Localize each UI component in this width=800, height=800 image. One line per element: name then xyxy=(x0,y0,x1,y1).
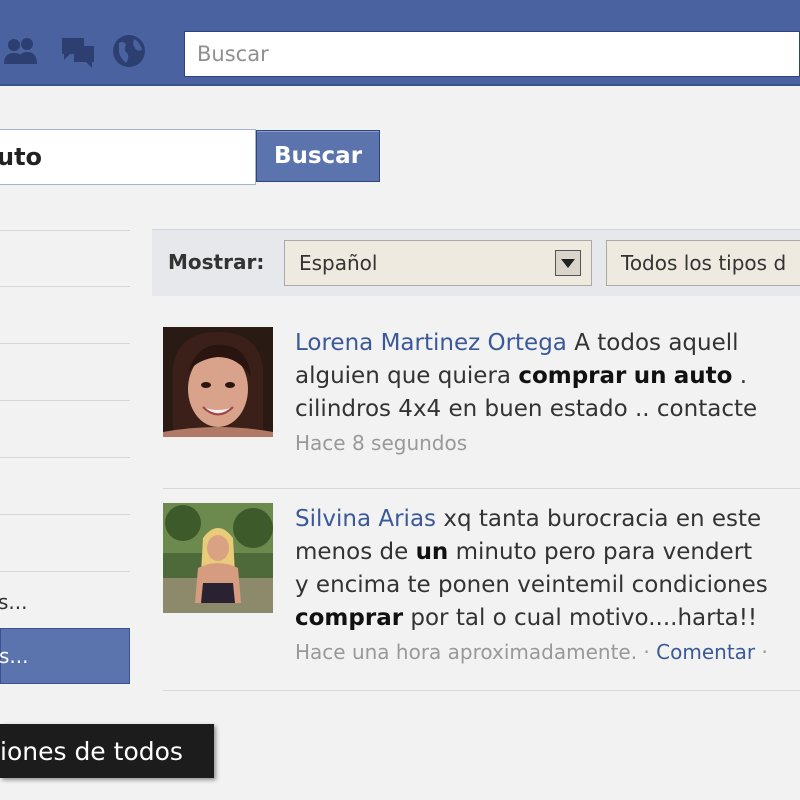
post-text: minuto pero para vendert xyxy=(448,539,753,565)
sidebar-divider xyxy=(0,230,130,231)
post-text xyxy=(626,363,633,389)
avatar[interactable] xyxy=(163,503,273,613)
post-text xyxy=(666,363,673,389)
comment-link[interactable]: Comentar xyxy=(656,640,755,664)
top-search-input[interactable]: Buscar xyxy=(184,31,800,77)
sidebar-item-selected[interactable]: s... xyxy=(0,628,130,684)
filter-bar: Mostrar: Español Todos los tipos d xyxy=(152,229,800,296)
post-timestamp[interactable]: Hace 8 segundos xyxy=(295,428,800,458)
post-text: menos de xyxy=(295,539,416,565)
main-search-value: uto xyxy=(0,143,43,171)
language-select[interactable]: Español xyxy=(284,240,592,286)
sidebar-item[interactable]: s... xyxy=(0,590,28,614)
sidebar-divider xyxy=(0,514,130,515)
sidebar-divider xyxy=(0,400,130,401)
post-text: xq tanta burocracia en este xyxy=(436,506,762,532)
sidebar-divider xyxy=(0,571,130,572)
post-text: y encima te ponen veintemil condiciones xyxy=(295,572,768,598)
top-search-placeholder: Buscar xyxy=(197,42,269,66)
post-timestamp[interactable]: Hace una hora aproximadamente. xyxy=(295,640,637,664)
post-content: Lorena Martinez Ortega A todos aquell al… xyxy=(295,327,800,458)
post-text: alguien que quiera xyxy=(295,363,519,389)
search-button[interactable]: Buscar xyxy=(256,130,380,182)
post-text: cilindros 4x4 en buen estado .. contacte xyxy=(295,396,758,422)
language-select-value: Español xyxy=(299,251,378,275)
highlight-term: comprar xyxy=(518,363,627,389)
highlight-term: un xyxy=(415,539,449,565)
meta-separator: · xyxy=(637,640,657,664)
sidebar-divider xyxy=(0,343,130,344)
filter-label: Mostrar: xyxy=(168,250,265,274)
post-author-link[interactable]: Lorena Martinez Ortega xyxy=(295,330,567,356)
messages-icon[interactable] xyxy=(56,30,100,74)
highlight-term: auto xyxy=(673,363,733,389)
post-text: por tal o cual motivo....harta!! xyxy=(403,605,758,631)
chevron-down-icon[interactable] xyxy=(555,250,581,276)
post-author-link[interactable]: Silvina Arias xyxy=(295,506,436,532)
meta-separator: · xyxy=(755,640,768,664)
sidebar-divider xyxy=(0,286,130,287)
type-select-value: Todos los tipos d xyxy=(621,251,787,275)
tooltip: iones de todos xyxy=(0,724,214,778)
highlight-term: un xyxy=(633,363,667,389)
avatar[interactable] xyxy=(163,327,273,437)
sidebar-item-label: s... xyxy=(0,644,29,668)
type-select[interactable]: Todos los tipos d xyxy=(606,240,800,286)
sidebar-divider xyxy=(0,457,130,458)
post-divider xyxy=(163,488,800,489)
friends-icon[interactable] xyxy=(0,30,44,74)
post-text: . xyxy=(732,363,748,389)
post-divider xyxy=(163,690,800,691)
post-content: Silvina Arias xq tanta burocracia en est… xyxy=(295,503,800,667)
tooltip-text: iones de todos xyxy=(0,736,183,766)
highlight-term: comprar xyxy=(295,605,404,631)
globe-icon[interactable] xyxy=(108,30,152,74)
top-bar: Buscar xyxy=(0,0,800,86)
main-search-input[interactable]: uto xyxy=(0,129,256,185)
post-text: A todos aquell xyxy=(566,330,739,356)
